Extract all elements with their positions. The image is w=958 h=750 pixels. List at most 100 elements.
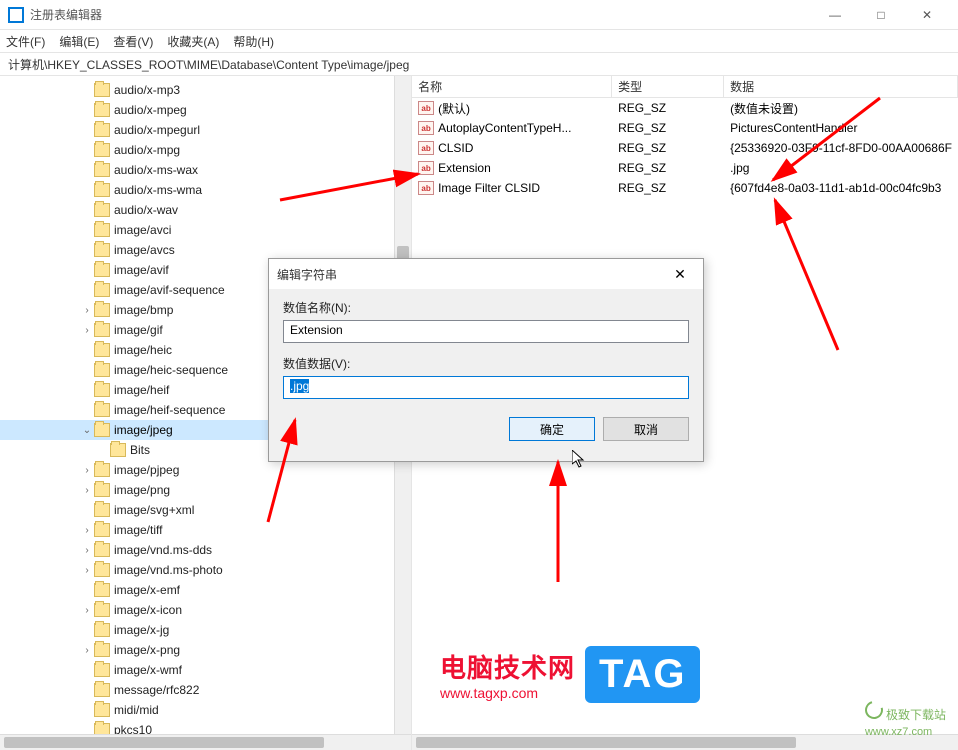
menu-favorites[interactable]: 收藏夹(A) [167, 33, 219, 50]
tree-item-image-avci[interactable]: image/avci [0, 220, 411, 240]
tree-scroll-h[interactable] [0, 734, 411, 750]
menu-file[interactable]: 文件(F) [6, 33, 45, 50]
address-bar[interactable]: 计算机\HKEY_CLASSES_ROOT\MIME\Database\Cont… [0, 52, 958, 76]
tree-item-label: image/avif-sequence [114, 283, 225, 297]
expander-icon[interactable]: › [80, 325, 94, 336]
tree-item-label: image/pjpeg [114, 463, 179, 477]
window-controls: — □ ✕ [812, 0, 950, 30]
tree-item-label: image/vnd.ms-photo [114, 563, 223, 577]
expander-icon[interactable]: › [80, 465, 94, 476]
tree-item-image-vnd-ms-dds[interactable]: ›image/vnd.ms-dds [0, 540, 411, 560]
col-header-name[interactable]: 名称 [412, 76, 612, 97]
tree-item-image-tiff[interactable]: ›image/tiff [0, 520, 411, 540]
tree-item-audio-x-mpeg[interactable]: audio/x-mpeg [0, 100, 411, 120]
string-value-icon: ab [418, 161, 434, 175]
value-name: Image Filter CLSID [438, 181, 540, 195]
tree-item-label: audio/x-mpg [114, 143, 180, 157]
registry-value-row[interactable]: ab(默认)REG_SZ(数值未设置) [412, 98, 958, 118]
tree-item-image-x-icon[interactable]: ›image/x-icon [0, 600, 411, 620]
expander-icon[interactable]: › [80, 485, 94, 496]
app-icon [8, 7, 24, 23]
value-type: REG_SZ [612, 121, 724, 135]
tree-item-audio-x-mp3[interactable]: audio/x-mp3 [0, 80, 411, 100]
tree-item-image-avcs[interactable]: image/avcs [0, 240, 411, 260]
tree-item-image-x-emf[interactable]: image/x-emf [0, 580, 411, 600]
value-data-label: 数值数据(V): [283, 355, 689, 372]
cancel-button[interactable]: 取消 [603, 417, 689, 441]
folder-icon [94, 263, 110, 277]
menu-edit[interactable]: 编辑(E) [59, 33, 99, 50]
value-data: PicturesContentHandler [724, 121, 958, 135]
expander-icon[interactable]: › [80, 305, 94, 316]
folder-icon [94, 463, 110, 477]
tree-item-label: image/png [114, 483, 170, 497]
tree-item-image-svg+xml[interactable]: image/svg+xml [0, 500, 411, 520]
folder-icon [94, 363, 110, 377]
tree-item-label: Bits [130, 443, 150, 457]
folder-icon [94, 403, 110, 417]
registry-value-row[interactable]: abExtensionREG_SZ.jpg [412, 158, 958, 178]
tree-item-image-x-jg[interactable]: image/x-jg [0, 620, 411, 640]
tree-item-image-png[interactable]: › image/png [0, 480, 411, 500]
tree-item-image-vnd-ms-photo[interactable]: › image/vnd.ms-photo [0, 560, 411, 580]
tree-item-label: audio/x-wav [114, 203, 178, 217]
ok-button[interactable]: 确定 [509, 417, 595, 441]
tree-item-audio-x-wav[interactable]: audio/x-wav [0, 200, 411, 220]
string-value-icon: ab [418, 101, 434, 115]
tree-item-label: image/heic [114, 343, 172, 357]
folder-icon [94, 243, 110, 257]
tree-item-label: image/gif [114, 323, 163, 337]
tree-item-message-rfc822[interactable]: message/rfc822 [0, 680, 411, 700]
folder-icon [94, 223, 110, 237]
registry-value-row[interactable]: abCLSIDREG_SZ{25336920-03F9-11cf-8FD0-00… [412, 138, 958, 158]
watermark-xz7: 极致下载站 www.xz7.com [865, 701, 946, 738]
value-data-input[interactable]: .jpg [283, 376, 689, 399]
tree-item-image-x-wmf[interactable]: image/x-wmf [0, 660, 411, 680]
registry-value-row[interactable]: abAutoplayContentTypeH...REG_SZPicturesC… [412, 118, 958, 138]
string-value-icon: ab [418, 181, 434, 195]
tree-item-image-x-png[interactable]: ›image/x-png [0, 640, 411, 660]
window-title: 注册表编辑器 [30, 6, 812, 23]
maximize-button[interactable]: □ [858, 0, 904, 30]
menu-help[interactable]: 帮助(H) [233, 33, 274, 50]
folder-icon [94, 423, 110, 437]
expander-icon[interactable]: › [80, 605, 94, 616]
folder-icon [94, 643, 110, 657]
menu-view[interactable]: 查看(V) [113, 33, 153, 50]
folder-icon [94, 343, 110, 357]
col-header-data[interactable]: 数据 [724, 76, 958, 97]
tree-item-label: image/x-emf [114, 583, 180, 597]
expander-icon[interactable]: › [80, 525, 94, 536]
tree-item-audio-x-ms-wax[interactable]: audio/x-ms-wax [0, 160, 411, 180]
value-type: REG_SZ [612, 161, 724, 175]
col-header-type[interactable]: 类型 [612, 76, 724, 97]
tree-item-label: image/heic-sequence [114, 363, 228, 377]
tree-item-audio-x-ms-wma[interactable]: audio/x-ms-wma [0, 180, 411, 200]
value-name-input[interactable]: Extension [283, 320, 689, 343]
value-data: {607fd4e8-0a03-11d1-ab1d-00c04fc9b3 [724, 181, 958, 195]
tree-item-midi-mid[interactable]: midi/mid [0, 700, 411, 720]
tree-item-audio-x-mpg[interactable]: audio/x-mpg [0, 140, 411, 160]
dialog-close-button[interactable]: ✕ [665, 266, 695, 283]
registry-value-row[interactable]: abImage Filter CLSIDREG_SZ{607fd4e8-0a03… [412, 178, 958, 198]
expander-icon[interactable]: › [80, 645, 94, 656]
folder-icon [94, 103, 110, 117]
expander-icon[interactable]: › [80, 545, 94, 556]
tree-item-image-pjpeg[interactable]: › image/pjpeg [0, 460, 411, 480]
folder-icon [94, 483, 110, 497]
value-type: REG_SZ [612, 101, 724, 115]
value-data: (数值未设置) [724, 100, 958, 117]
folder-icon [94, 583, 110, 597]
tree-item-label: image/x-wmf [114, 663, 182, 677]
folder-icon [94, 543, 110, 557]
folder-icon [94, 203, 110, 217]
folder-icon [94, 623, 110, 637]
tree-item-audio-x-mpegurl[interactable]: audio/x-mpegurl [0, 120, 411, 140]
titlebar: 注册表编辑器 — □ ✕ [0, 0, 958, 30]
expander-icon[interactable]: › [80, 565, 94, 576]
expander-icon[interactable]: ⌄ [80, 425, 94, 436]
close-button[interactable]: ✕ [904, 0, 950, 30]
minimize-button[interactable]: — [812, 0, 858, 30]
tree-item-label: audio/x-ms-wax [114, 163, 198, 177]
tree-item-label: image/svg+xml [114, 503, 194, 517]
